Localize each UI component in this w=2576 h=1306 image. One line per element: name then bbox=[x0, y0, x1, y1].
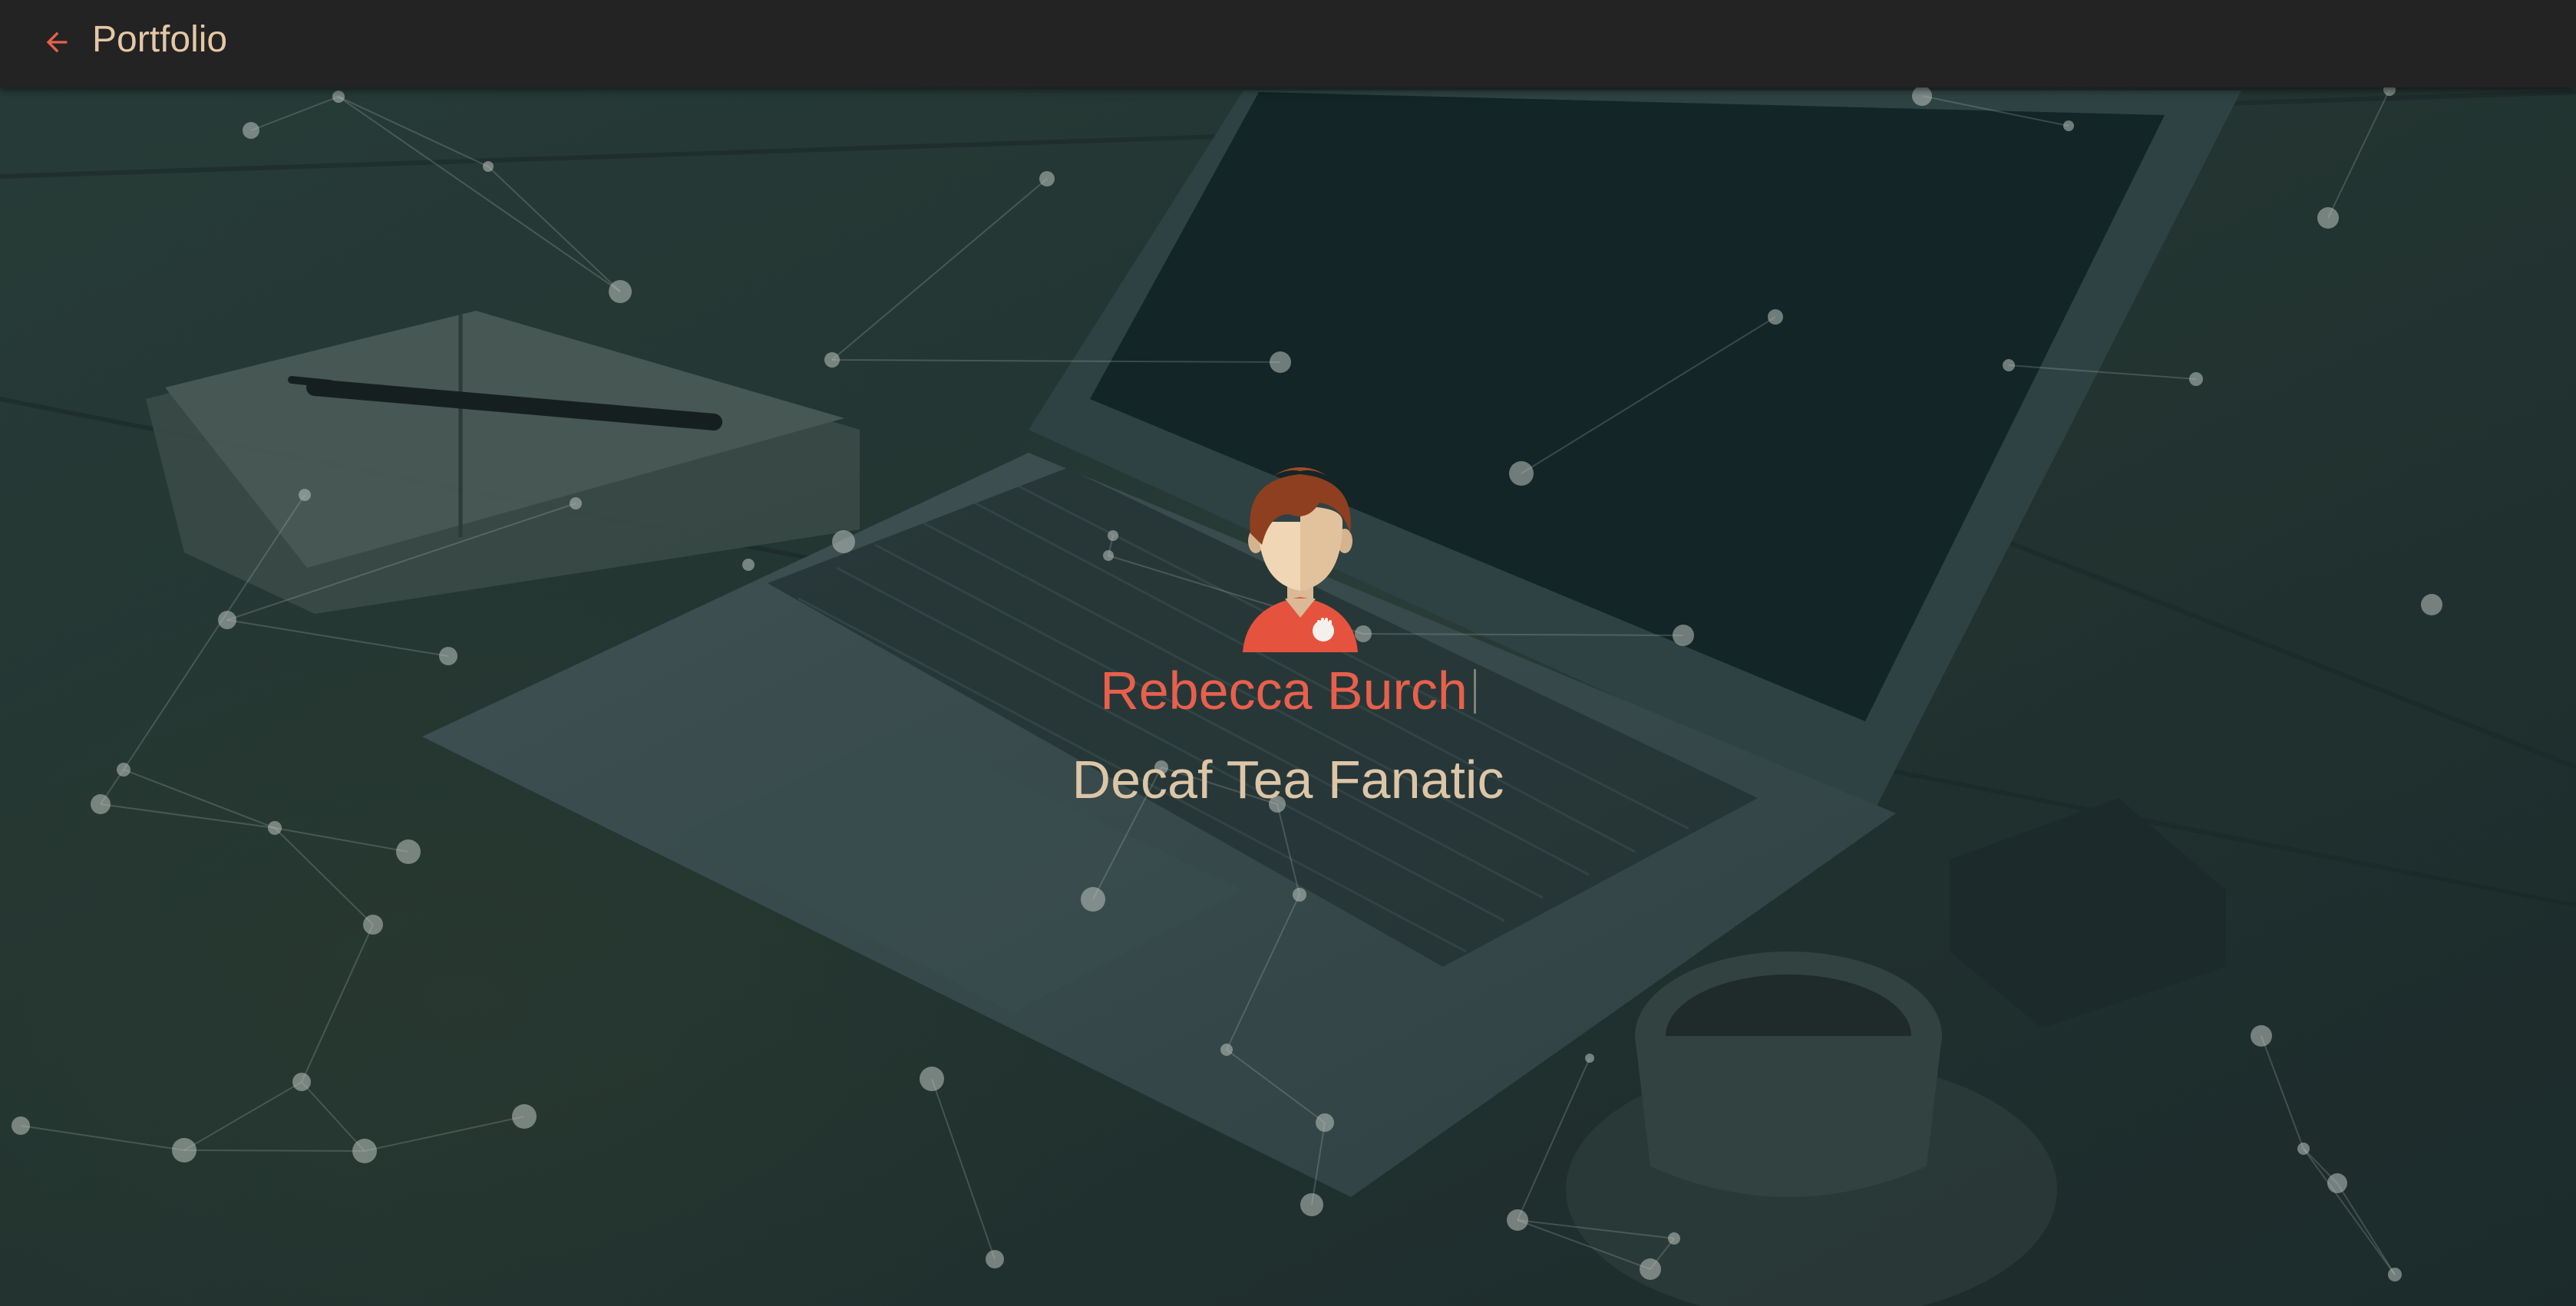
top-bar: Portfolio bbox=[0, 0, 2576, 87]
profile-name: Rebecca Burch bbox=[1100, 661, 1468, 721]
network-link bbox=[1311, 1122, 1326, 1205]
network-link bbox=[301, 924, 374, 1083]
network-particle bbox=[332, 91, 345, 103]
arrow-left-icon bbox=[46, 31, 68, 53]
network-particle bbox=[396, 839, 421, 864]
network-particle bbox=[363, 915, 383, 935]
network-particle bbox=[1220, 1044, 1233, 1056]
network-particle bbox=[2003, 359, 2015, 371]
network-link bbox=[487, 166, 621, 292]
network-link bbox=[831, 359, 1281, 363]
network-link bbox=[1921, 95, 2069, 127]
network-particle bbox=[12, 1116, 30, 1135]
network-particle bbox=[512, 1104, 537, 1129]
network-link bbox=[2303, 1148, 2396, 1275]
network-particle bbox=[920, 1067, 944, 1091]
network-particle bbox=[352, 1139, 377, 1163]
network-particle bbox=[1507, 1209, 1528, 1231]
network-link bbox=[1226, 894, 1300, 1050]
text-cursor bbox=[1473, 669, 1476, 714]
network-particle bbox=[243, 122, 259, 139]
network-link bbox=[2337, 1182, 2396, 1275]
network-particle bbox=[2317, 207, 2339, 229]
network-particle bbox=[1668, 1232, 1680, 1245]
network-link bbox=[183, 1081, 302, 1151]
network-link bbox=[931, 1078, 996, 1260]
network-link bbox=[301, 1081, 365, 1152]
network-particle bbox=[2063, 120, 2074, 131]
network-particle bbox=[1081, 887, 1105, 912]
network-link bbox=[1226, 1049, 1326, 1123]
network-particle bbox=[1270, 351, 1291, 373]
profile-tagline: Decaf Tea Fanatic bbox=[1072, 750, 1504, 810]
network-particle bbox=[2251, 1025, 2272, 1047]
network-link bbox=[2327, 89, 2390, 219]
network-link bbox=[1517, 1057, 1590, 1221]
network-link bbox=[338, 96, 489, 167]
network-particle bbox=[292, 1073, 311, 1091]
network-particle bbox=[2189, 372, 2203, 386]
network-link bbox=[183, 1149, 365, 1152]
network-link bbox=[20, 1125, 185, 1151]
network-particle bbox=[609, 280, 632, 303]
network-particle bbox=[824, 352, 840, 368]
network-particle bbox=[2388, 1268, 2402, 1281]
network-particle bbox=[2297, 1143, 2310, 1155]
network-particle bbox=[1585, 1054, 1594, 1063]
network-link bbox=[250, 96, 339, 131]
network-particle bbox=[1039, 171, 1055, 186]
network-link bbox=[1276, 803, 1300, 895]
network-particle bbox=[172, 1138, 197, 1163]
network-particle bbox=[483, 161, 494, 172]
avatar-icon bbox=[1243, 467, 1358, 652]
hero-background: Portfolio Rebecca Burch Decaf Tea Fanati… bbox=[0, 0, 2576, 1306]
network-link bbox=[2261, 1035, 2304, 1149]
network-particle bbox=[1293, 888, 1306, 902]
app-title: Portfolio bbox=[92, 19, 228, 60]
network-particle bbox=[1912, 86, 1932, 106]
network-link bbox=[364, 1116, 525, 1152]
network-link bbox=[338, 96, 621, 292]
network-link bbox=[1521, 316, 1776, 474]
network-link bbox=[2008, 364, 2197, 380]
network-particle bbox=[986, 1250, 1004, 1268]
network-particle bbox=[1768, 309, 1783, 325]
network-link bbox=[831, 178, 1048, 361]
profile-hero: Rebecca Burch Decaf Tea Fanatic bbox=[0, 460, 2576, 812]
back-button[interactable] bbox=[34, 19, 80, 65]
network-particle bbox=[1300, 1193, 1323, 1216]
network-particle bbox=[2327, 1173, 2347, 1193]
network-particle bbox=[1316, 1113, 1334, 1132]
network-particle bbox=[1640, 1258, 1661, 1280]
network-particle bbox=[268, 821, 282, 835]
